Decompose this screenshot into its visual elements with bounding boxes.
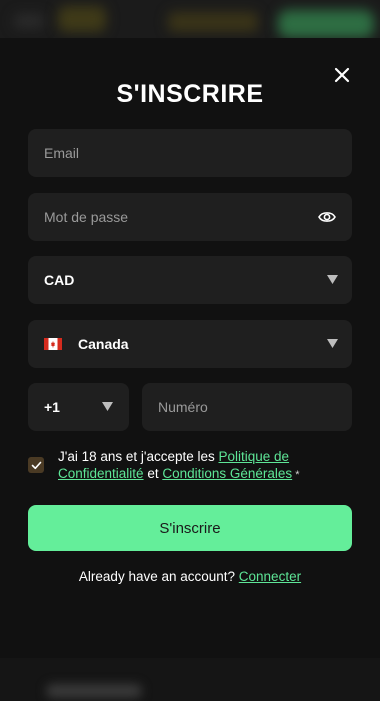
country-select[interactable]: Canada (28, 320, 352, 368)
login-prompt-text: Already have an account? (78, 569, 239, 584)
currency-select[interactable]: CAD (28, 256, 352, 304)
consent-middle: et (143, 466, 163, 481)
password-field[interactable]: Mot de passe (28, 193, 352, 241)
email-placeholder: Email (44, 145, 80, 161)
login-prompt-row: Already have an account? Connecter (0, 569, 380, 584)
phone-number-field[interactable]: Numéro (142, 383, 352, 431)
phone-number-placeholder: Numéro (158, 399, 208, 415)
background-button (278, 10, 374, 38)
caret-down-icon (327, 339, 338, 348)
modal-title: S'INSCRIRE (116, 80, 264, 108)
country-value: Canada (78, 336, 129, 352)
consent-prefix: J'ai 18 ans et j'accepte les (58, 449, 219, 464)
phone-code-select[interactable]: +1 (28, 383, 129, 431)
background-element (46, 684, 142, 698)
caret-down-icon (102, 402, 113, 411)
consent-text: J'ai 18 ans et j'accepte les Politique d… (58, 448, 358, 484)
eye-icon[interactable] (318, 209, 336, 225)
login-link[interactable]: Connecter (239, 569, 301, 584)
consent-checkbox[interactable] (28, 457, 44, 473)
canada-flag-icon (44, 338, 62, 350)
checkmark-icon (31, 461, 41, 469)
background-element (58, 6, 106, 32)
required-mark: * (292, 469, 300, 481)
signup-modal: S'INSCRIRE Email Mot de passe CAD Canada (0, 38, 380, 658)
email-field[interactable]: Email (28, 129, 352, 177)
terms-link[interactable]: Conditions Générales (162, 466, 292, 481)
background-element (168, 12, 258, 32)
caret-down-icon (327, 275, 338, 284)
password-placeholder: Mot de passe (44, 209, 129, 225)
signup-submit-button[interactable]: S'inscrire (28, 505, 352, 551)
phone-code-value: +1 (44, 399, 60, 415)
background-header (0, 0, 380, 38)
background-footer (0, 658, 380, 701)
background-logo (14, 14, 44, 28)
currency-value: CAD (44, 272, 75, 288)
